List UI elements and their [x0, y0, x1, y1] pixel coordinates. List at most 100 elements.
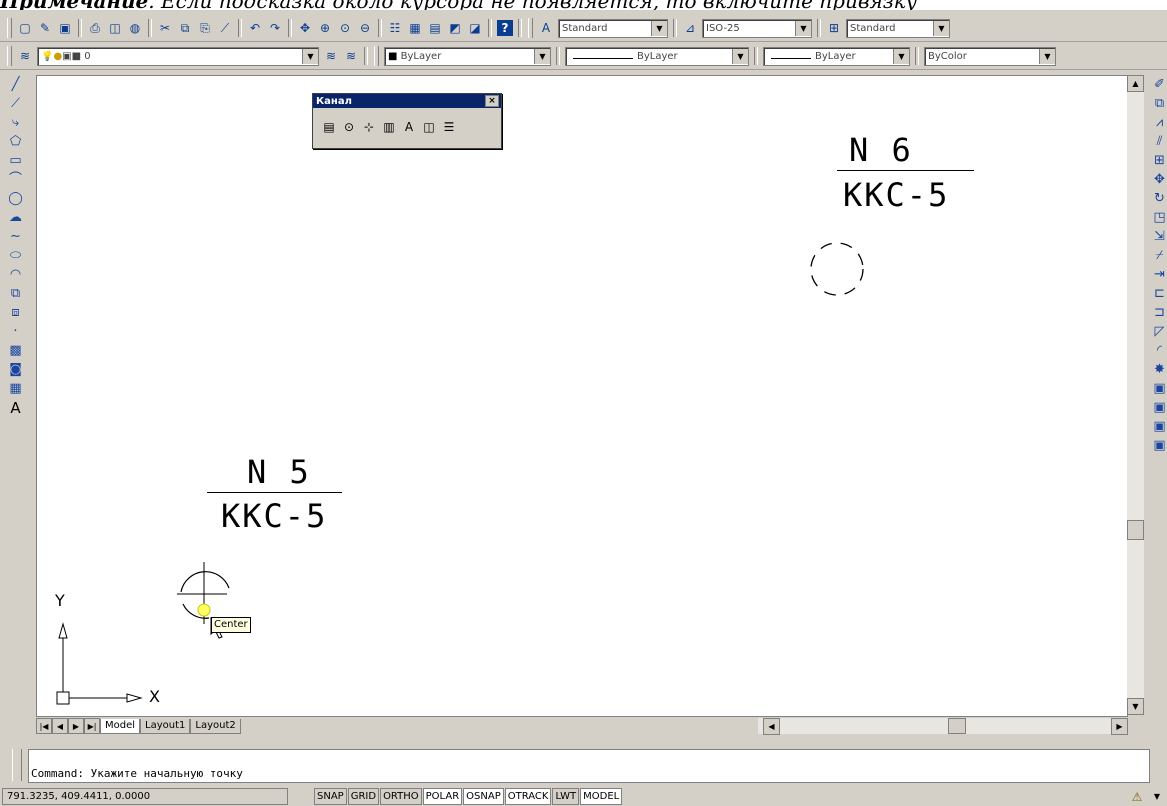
paste-icon[interactable]: ⎘	[197, 20, 213, 36]
scroll-right-icon[interactable]: ▶	[1111, 718, 1128, 735]
zoom-previous-icon[interactable]: ⊖	[357, 20, 373, 36]
point-icon[interactable]: ·	[7, 323, 24, 340]
close-icon[interactable]: ×	[485, 95, 499, 107]
first-tab-icon[interactable]: |◀	[36, 718, 52, 734]
hatch-pattern-icon[interactable]: ▥	[381, 119, 397, 135]
keyboard-icon[interactable]: ▤	[321, 119, 337, 135]
table-style-icon[interactable]: ⊞	[826, 20, 842, 36]
join-icon[interactable]: ⊐	[1151, 304, 1167, 321]
snap-button[interactable]: SNAP	[314, 788, 347, 805]
tab-model[interactable]: Model	[100, 718, 141, 734]
open-icon[interactable]: ✎	[37, 20, 53, 36]
sheetset-icon[interactable]: ◩	[447, 20, 463, 36]
toolpalettes-icon[interactable]: ▤	[427, 20, 443, 36]
chevron-down-icon[interactable]: ▼	[302, 48, 318, 64]
scale-icon[interactable]: ◳	[1151, 209, 1167, 226]
box-icon[interactable]: ◫	[421, 119, 437, 135]
model-button[interactable]: MODEL	[580, 788, 623, 805]
layer-previous-icon[interactable]: ≋	[343, 48, 359, 64]
scroll-up-icon[interactable]: ▲	[1127, 75, 1144, 92]
tab-layout1[interactable]: Layout1	[140, 718, 191, 734]
new-icon[interactable]: ▢	[17, 20, 33, 36]
intersection-icon[interactable]: ⊹	[361, 119, 377, 135]
help-icon[interactable]: ?	[497, 20, 513, 36]
preview-icon[interactable]: ◫	[107, 20, 123, 36]
plotstyle-select[interactable]: ByColor ▼	[924, 46, 1056, 66]
layer-select[interactable]: 💡●▣■ 0 ▼	[37, 46, 319, 66]
erase-icon[interactable]: ✐	[1151, 76, 1167, 93]
command-grip[interactable]	[12, 749, 22, 781]
zoom-realtime-icon[interactable]: ⊕	[317, 20, 333, 36]
text-style-select[interactable]: Standard ▼	[558, 18, 668, 38]
cut-icon[interactable]: ✂	[157, 20, 173, 36]
vertical-scrollbar[interactable]: ▲ ▼	[1127, 75, 1144, 715]
osnap-button[interactable]: OSNAP	[463, 788, 504, 805]
grid-button[interactable]: GRID	[347, 788, 380, 805]
markup-icon[interactable]: ◪	[467, 20, 483, 36]
dim-style-icon[interactable]: ⊿	[682, 20, 698, 36]
drawing-area[interactable]: N 6 KKC-5 N 5 KKC-5 Center Y X	[36, 75, 1128, 717]
multiline-text-icon[interactable]: A	[7, 399, 24, 416]
chevron-down-icon[interactable]: ▼	[795, 20, 811, 36]
color-select[interactable]: ■ ByLayer ▼	[384, 46, 551, 66]
line-icon[interactable]: ╱	[7, 76, 24, 93]
zoom-window-icon[interactable]: ⊙	[337, 20, 353, 36]
coordinates-readout[interactable]: 791.3235, 409.4411, 0.0000	[2, 788, 288, 805]
layer-manager-icon[interactable]: ≋	[17, 48, 33, 64]
pan-icon[interactable]: ✥	[297, 20, 313, 36]
chevron-down-icon[interactable]: ▼	[933, 20, 949, 36]
matchprop-icon[interactable]: ⟋	[217, 20, 233, 36]
chevron-down-icon[interactable]: ▼	[893, 48, 909, 64]
revision-cloud-icon[interactable]: ☁	[7, 209, 24, 226]
text-icon[interactable]: A	[401, 119, 417, 135]
move-icon[interactable]: ✥	[1151, 171, 1167, 188]
rotate-icon[interactable]: ↻	[1151, 190, 1167, 207]
make-current-icon[interactable]: ≋	[323, 48, 339, 64]
save-icon[interactable]: ▣	[57, 20, 73, 36]
undo-icon[interactable]: ↶	[247, 20, 263, 36]
horizontal-scrollbar[interactable]: ◀ ▶	[758, 718, 1128, 735]
target-icon[interactable]: ⊙	[341, 119, 357, 135]
spline-icon[interactable]: ∼	[7, 228, 24, 245]
vertical-scroll-thumb[interactable]	[1127, 520, 1144, 540]
next-tab-icon[interactable]: ▶	[68, 718, 84, 734]
dim-style-select[interactable]: ISO-25 ▼	[702, 18, 812, 38]
polar-button[interactable]: POLAR	[422, 788, 463, 805]
properties-icon[interactable]: ☷	[387, 20, 403, 36]
mirror-icon[interactable]: ⩘	[1151, 114, 1167, 131]
toolbar-grip[interactable]	[7, 18, 12, 38]
arc-icon[interactable]: ⌒	[7, 171, 24, 188]
extend-icon[interactable]: ⇥	[1151, 266, 1167, 283]
fillet-icon[interactable]: ◜	[1151, 342, 1167, 359]
rectangle-icon[interactable]: ▭	[7, 152, 24, 169]
chevron-down-icon[interactable]: ▼	[1039, 48, 1055, 64]
circle-icon[interactable]: ◯	[7, 190, 24, 207]
document-icon[interactable]: ☰	[441, 119, 457, 135]
draworder4-icon[interactable]: ▣	[1151, 437, 1167, 454]
linetype-select[interactable]: ByLayer ▼	[565, 46, 749, 66]
chamfer-icon[interactable]: ◸	[1151, 323, 1167, 340]
publish-icon[interactable]: ◍	[127, 20, 143, 36]
chevron-down-icon[interactable]: ▼	[534, 48, 550, 64]
table-icon[interactable]: ▦	[7, 380, 24, 397]
stretch-icon[interactable]: ⇲	[1151, 228, 1167, 245]
tab-layout2[interactable]: Layout2	[190, 718, 241, 734]
floating-toolbar[interactable]: Канал × ▤ ⊙ ⊹ ▥ A ◫ ☰	[312, 93, 502, 149]
trim-icon[interactable]: ⌿	[1151, 247, 1167, 264]
chevron-down-icon[interactable]: ▼	[651, 20, 667, 36]
scroll-left-icon[interactable]: ◀	[763, 718, 780, 735]
floating-toolbar-titlebar[interactable]: Канал ×	[313, 94, 501, 108]
horizontal-scroll-thumb[interactable]	[948, 718, 966, 734]
array-icon[interactable]: ⊞	[1151, 152, 1167, 169]
chevron-down-icon[interactable]: ▼	[732, 48, 748, 64]
construction-line-icon[interactable]: ⟋	[7, 95, 24, 112]
polygon-icon[interactable]: ⬠	[7, 133, 24, 150]
scroll-down-icon[interactable]: ▼	[1127, 698, 1144, 715]
otrack-button[interactable]: OTRACK	[504, 788, 552, 805]
status-menu-chevron-icon[interactable]: ▼	[1149, 789, 1165, 805]
designcenter-icon[interactable]: ▦	[407, 20, 423, 36]
lineweight-select[interactable]: ByLayer ▼	[763, 46, 910, 66]
copy-icon[interactable]: ⧉	[177, 20, 193, 36]
polyline-icon[interactable]: ⤷	[7, 114, 24, 131]
redo-icon[interactable]: ↷	[267, 20, 283, 36]
